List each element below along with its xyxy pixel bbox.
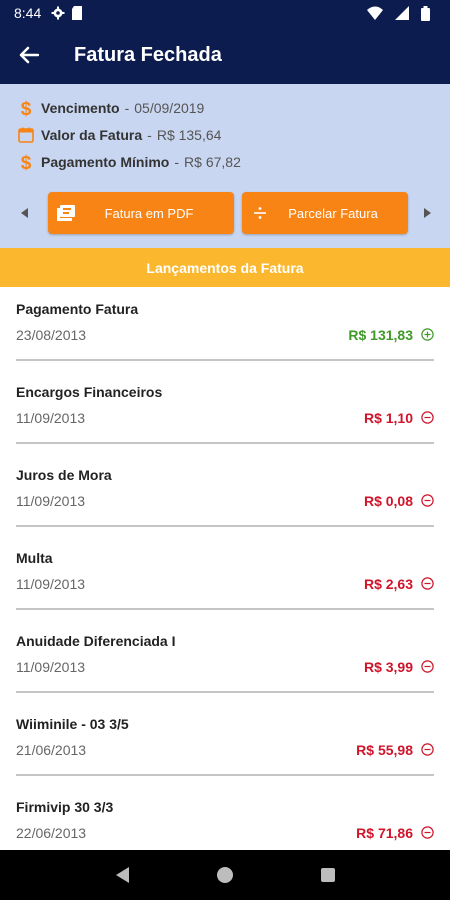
minus-circle-icon <box>420 576 435 591</box>
recents-square-icon <box>321 868 336 882</box>
list-item[interactable]: Wiiminile - 03 3/5 21/06/2013 R$ 55,98 <box>0 702 450 785</box>
list-item[interactable]: Anuidade Diferenciada I 11/09/2013 R$ 3,… <box>0 619 450 702</box>
divider <box>16 442 434 444</box>
transaction-name: Juros de Mora <box>16 467 112 483</box>
scroll-left-button[interactable] <box>14 202 36 224</box>
arrow-left-icon <box>19 46 39 64</box>
svg-text:$: $ <box>21 153 32 172</box>
invoice-total-label: Valor da Fatura <box>41 127 143 143</box>
minus-circle-icon <box>420 493 435 508</box>
transaction-name: Pagamento Fatura <box>16 301 139 317</box>
divider <box>16 359 434 361</box>
transaction-name: Multa <box>16 550 53 566</box>
action-buttons: Fatura em PDF Parcelar Fatura <box>0 192 450 234</box>
transaction-amount: R$ 131,83 <box>348 327 413 343</box>
battery-icon <box>421 5 430 21</box>
page-title: Fatura Fechada <box>74 43 222 66</box>
transaction-amount: R$ 55,98 <box>356 742 413 758</box>
installment-button[interactable]: Parcelar Fatura <box>242 192 408 234</box>
dollar-icon: $ <box>16 152 36 172</box>
minimum-payment-value: R$ 67,82 <box>184 154 241 170</box>
app-bar: Fatura Fechada <box>0 26 450 84</box>
caret-right-icon <box>424 208 431 218</box>
transaction-date: 23/08/2013 <box>16 327 87 343</box>
minus-circle-icon <box>420 825 435 840</box>
transaction-amount: R$ 2,63 <box>363 576 413 592</box>
minus-circle-icon <box>420 659 435 674</box>
system-nav-bar <box>0 850 450 900</box>
invoice-total-row: Valor da Fatura - R$ 135,64 <box>16 125 221 145</box>
list-item[interactable]: Pagamento Fatura 23/08/2013 R$ 131,83 <box>0 287 450 370</box>
divider <box>16 774 434 776</box>
divider <box>16 525 434 527</box>
sd-card-icon <box>71 6 83 20</box>
plus-circle-icon <box>420 327 435 342</box>
status-bar: 8:44 <box>0 0 450 26</box>
section-title: Lançamentos da Fatura <box>146 259 304 276</box>
calendar-icon <box>16 125 36 145</box>
nav-home-button[interactable] <box>205 855 245 895</box>
back-triangle-icon <box>115 867 129 883</box>
signal-icon <box>395 6 409 20</box>
back-button[interactable] <box>0 26 58 84</box>
home-circle-icon <box>216 867 233 883</box>
separator: - <box>174 154 180 170</box>
transaction-date: 11/09/2013 <box>16 659 86 675</box>
transaction-amount: R$ 1,10 <box>363 410 413 426</box>
minimum-payment-label: Pagamento Mínimo <box>41 154 170 170</box>
transaction-date: 11/09/2013 <box>16 410 86 426</box>
pdf-invoice-button[interactable]: Fatura em PDF <box>48 192 234 234</box>
svg-text:$: $ <box>21 99 32 118</box>
installment-label: Parcelar Fatura <box>288 205 378 221</box>
list-item[interactable]: Encargos Financeiros 11/09/2013 R$ 1,10 <box>0 370 450 453</box>
transaction-amount: R$ 3,99 <box>363 659 413 675</box>
transaction-name: Firmivip 30 3/3 <box>16 799 114 815</box>
transaction-name: Anuidade Diferenciada I <box>16 633 176 649</box>
dollar-icon: $ <box>16 98 36 118</box>
divider <box>16 608 434 610</box>
transaction-date: 11/09/2013 <box>16 493 86 509</box>
minus-circle-icon <box>420 410 435 425</box>
minimum-payment-row: $ Pagamento Mínimo - R$ 67,82 <box>16 152 241 172</box>
pdf-icon <box>48 205 84 221</box>
minus-circle-icon <box>420 742 435 757</box>
wifi-icon <box>367 6 383 20</box>
due-date-row: $ Vencimento - 05/09/2019 <box>16 98 205 118</box>
pdf-invoice-label: Fatura em PDF <box>104 205 194 221</box>
list-item[interactable]: Juros de Mora 11/09/2013 R$ 0,08 <box>0 453 450 536</box>
list-item[interactable]: Multa 11/09/2013 R$ 2,63 <box>0 536 450 619</box>
transaction-name: Encargos Financeiros <box>16 384 163 400</box>
transaction-date: 21/06/2013 <box>16 742 87 758</box>
separator: - <box>124 100 130 116</box>
status-time: 8:44 <box>14 5 42 21</box>
transaction-date: 11/09/2013 <box>16 576 86 592</box>
due-date-value: 05/09/2019 <box>134 100 205 116</box>
separator: - <box>147 127 152 143</box>
transaction-date: 22/06/2013 <box>16 825 87 841</box>
divide-icon <box>242 207 278 219</box>
due-date-label: Vencimento <box>41 100 120 116</box>
caret-left-icon <box>21 208 28 218</box>
transaction-amount: R$ 0,08 <box>363 493 413 509</box>
nav-recents-button[interactable] <box>308 855 348 895</box>
scroll-right-button[interactable] <box>416 202 438 224</box>
section-header: Lançamentos da Fatura <box>0 248 450 287</box>
gear-icon <box>51 6 65 20</box>
transaction-name: Wiiminile - 03 3/5 <box>16 716 129 732</box>
transaction-amount: R$ 71,86 <box>356 825 413 841</box>
divider <box>16 691 434 693</box>
invoice-total-value: R$ 135,64 <box>156 127 222 143</box>
transaction-list[interactable]: Pagamento Fatura 23/08/2013 R$ 131,83 En… <box>0 287 450 850</box>
nav-back-button[interactable] <box>102 855 142 895</box>
list-item[interactable]: Firmivip 30 3/3 22/06/2013 R$ 71,86 <box>0 785 450 850</box>
